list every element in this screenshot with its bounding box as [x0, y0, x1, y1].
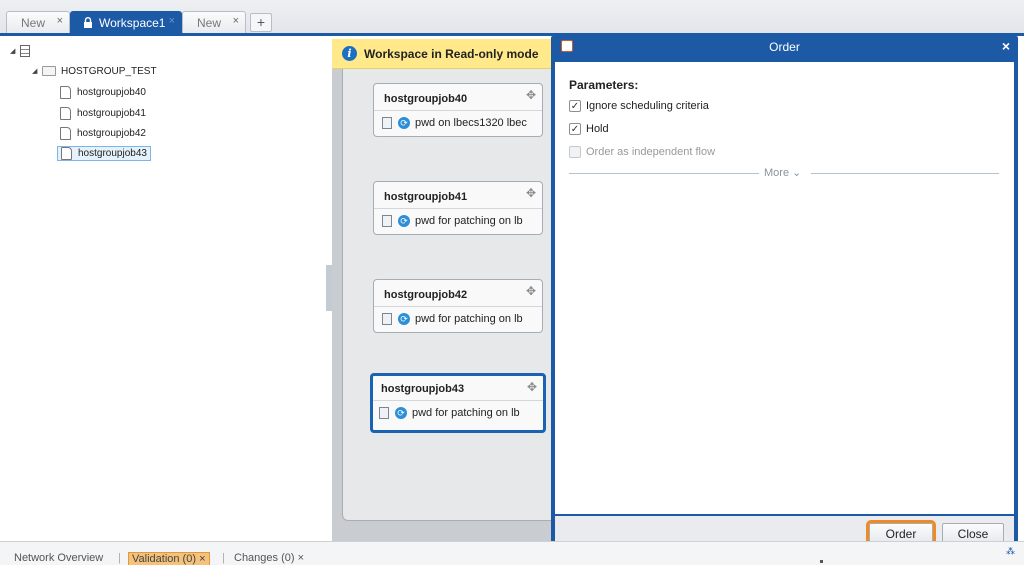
divider — [374, 110, 542, 111]
tree-folder-hostgroup-test[interactable]: ◢ HOSTGROUP_TEST — [32, 66, 157, 84]
close-icon[interactable]: × — [233, 15, 239, 27]
tab-new-1[interactable]: New × — [6, 11, 70, 33]
job-card-title: hostgroupjob43 — [381, 383, 465, 395]
tree-item-hostgroupjob43[interactable]: hostgroupjob43 — [57, 146, 151, 165]
move-handle-icon[interactable]: ✥ — [527, 380, 537, 394]
job-file-icon — [61, 147, 72, 160]
job-card-description: ⟳ pwd for patching on lb — [382, 313, 523, 326]
job-card-desc-text: pwd for patching on lb — [415, 215, 523, 227]
job-card-hostgroupjob40[interactable]: hostgroupjob40 ✥ ⟳ pwd on lbecs1320 lbec — [373, 83, 543, 137]
changes-tab[interactable]: Changes (0) × — [234, 552, 304, 564]
cyclic-icon: ⟳ — [395, 407, 407, 420]
tree-item-label: hostgroupjob43 — [78, 148, 147, 160]
info-icon: i — [342, 46, 357, 61]
resize-handle[interactable] — [820, 560, 823, 563]
move-handle-icon[interactable]: ✥ — [526, 186, 536, 200]
divider — [373, 400, 543, 401]
close-icon[interactable]: × — [57, 15, 63, 27]
document-icon — [379, 407, 389, 420]
server-icon — [20, 45, 30, 57]
job-tree-panel: ◢ ◢ HOSTGROUP_TEST hostgroupjob40 hostgro… — [0, 39, 326, 541]
add-tab-button[interactable]: + — [250, 13, 272, 32]
tree-item-label: hostgroupjob42 — [77, 128, 146, 140]
move-handle-icon[interactable]: ✥ — [526, 88, 536, 102]
job-card-title: hostgroupjob41 — [384, 191, 468, 203]
divider — [374, 306, 542, 307]
order-dialog: Order × Parameters: ✓ Ignore scheduling c… — [551, 36, 1018, 555]
close-icon[interactable]: × — [298, 552, 304, 564]
divider — [374, 208, 542, 209]
job-card-description: ⟳ pwd on lbecs1320 lbec — [382, 117, 527, 130]
resize-grip-icon[interactable]: ⁂ — [1006, 546, 1015, 557]
network-overview-tab[interactable]: Network Overview — [14, 552, 103, 564]
close-icon[interactable]: × — [169, 15, 175, 27]
cyclic-icon: ⟳ — [398, 117, 410, 130]
tree-root[interactable]: ◢ — [10, 45, 30, 63]
parameters-heading: Parameters: — [569, 78, 639, 92]
tree-item-hostgroupjob40[interactable]: hostgroupjob40 — [60, 86, 146, 104]
ignore-scheduling-checkbox-row[interactable]: ✓ Ignore scheduling criteria — [569, 100, 709, 113]
workspace-tab-bar: New × Workspace1 × New × + — [0, 0, 1024, 36]
bottom-status-bar: Network Overview | Validation (0) × | Ch… — [0, 541, 1024, 565]
document-icon — [382, 117, 392, 130]
dialog-header: Order × — [551, 36, 1018, 58]
document-icon — [382, 215, 392, 228]
folder-icon — [42, 66, 56, 77]
dialog-title: Order — [769, 40, 800, 54]
flow-canvas: i Workspace in Read-only mode hostgroupj… — [332, 39, 557, 541]
hold-checkbox-row[interactable]: ✓ Hold — [569, 123, 609, 136]
checkbox-label: Ignore scheduling criteria — [586, 100, 709, 112]
separator: | — [222, 552, 225, 564]
close-icon[interactable]: × — [199, 553, 205, 565]
job-card-desc-text: pwd for patching on lb — [412, 407, 520, 419]
close-icon[interactable]: × — [1002, 38, 1010, 54]
job-card-desc-text: pwd on lbecs1320 lbec — [415, 117, 527, 129]
separator: | — [118, 552, 121, 564]
move-handle-icon[interactable]: ✥ — [526, 284, 536, 298]
job-card-title: hostgroupjob42 — [384, 289, 468, 301]
checkbox-checked-icon[interactable]: ✓ — [569, 123, 581, 136]
job-card-description: ⟳ pwd for patching on lb — [379, 407, 520, 420]
divider — [811, 173, 999, 174]
tab-label: New — [21, 16, 46, 30]
job-card-hostgroupjob41[interactable]: hostgroupjob41 ✥ ⟳ pwd for patching on lb — [373, 181, 543, 235]
job-file-icon — [60, 127, 71, 140]
changes-label: Changes (0) — [234, 552, 295, 564]
job-card-hostgroupjob43[interactable]: hostgroupjob43 ✥ ⟳ pwd for patching on lb — [370, 373, 546, 433]
job-file-icon — [60, 86, 71, 99]
validation-tab[interactable]: Validation (0) × — [128, 552, 210, 565]
job-file-icon — [60, 107, 71, 120]
checkbox-label: Hold — [586, 123, 609, 135]
job-card-desc-text: pwd for patching on lb — [415, 313, 523, 325]
tab-label: Workspace1 — [99, 16, 166, 30]
tab-new-2[interactable]: New × — [182, 11, 246, 33]
tree-item-selected: hostgroupjob43 — [57, 146, 151, 162]
tab-label: New — [197, 16, 222, 30]
cyclic-icon: ⟳ — [398, 313, 410, 326]
divider — [569, 173, 759, 174]
checkbox-label: Order as independent flow — [586, 146, 716, 158]
expand-triangle-icon[interactable]: ◢ — [10, 47, 20, 55]
checkbox-checked-icon[interactable]: ✓ — [569, 100, 581, 113]
dialog-body: Parameters: ✓ Ignore scheduling criteria … — [555, 62, 1014, 514]
tree-item-label: hostgroupjob40 — [77, 87, 146, 99]
tree-item-hostgroupjob41[interactable]: hostgroupjob41 — [60, 107, 146, 125]
tab-workspace1[interactable]: Workspace1 × — [70, 11, 182, 33]
cyclic-icon: ⟳ — [398, 215, 410, 228]
read-only-banner: i Workspace in Read-only mode — [332, 39, 557, 69]
tree-folder-label: HOSTGROUP_TEST — [61, 66, 157, 77]
job-card-description: ⟳ pwd for patching on lb — [382, 215, 523, 228]
tree-item-hostgroupjob42[interactable]: hostgroupjob42 — [60, 127, 146, 145]
read-only-banner-text: Workspace in Read-only mode — [364, 47, 539, 61]
more-toggle[interactable]: More ⌄ — [764, 166, 801, 179]
job-card-title: hostgroupjob40 — [384, 93, 468, 105]
lock-icon — [84, 17, 92, 28]
expand-triangle-icon[interactable]: ◢ — [32, 67, 42, 75]
checkbox-disabled-icon — [569, 146, 581, 159]
document-icon — [382, 313, 392, 326]
validation-label: Validation (0) — [132, 553, 196, 565]
independent-flow-checkbox-row: Order as independent flow — [569, 146, 716, 159]
tree-item-label: hostgroupjob41 — [77, 108, 146, 120]
job-card-hostgroupjob42[interactable]: hostgroupjob42 ✥ ⟳ pwd for patching on lb — [373, 279, 543, 333]
